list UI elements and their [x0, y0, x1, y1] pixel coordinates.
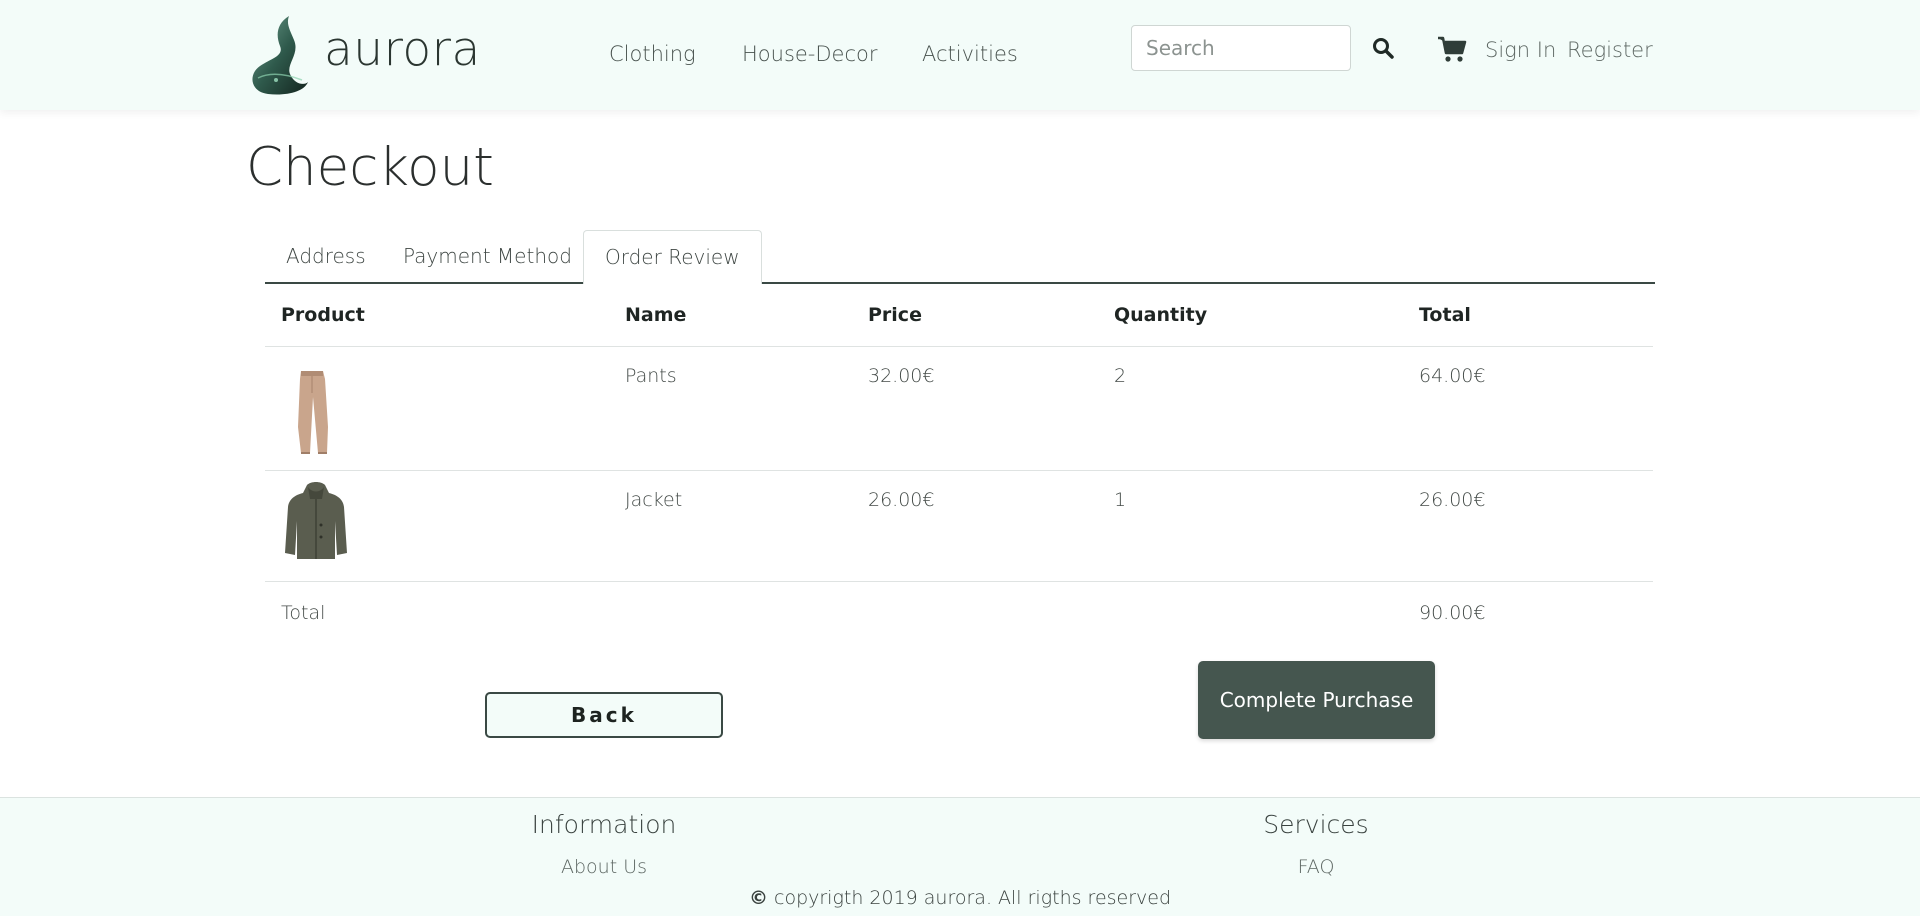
product-name: Pants: [609, 346, 852, 471]
copyright-label: copyrigth 2019 aurora. All rigths reserv…: [774, 887, 1172, 909]
table-row: Pants 32.00€ 2 64.00€: [265, 346, 1653, 471]
copyright-icon: ©: [748, 887, 768, 909]
aurora-logo-icon[interactable]: [246, 14, 310, 96]
copyright-text: © copyrigth 2019 aurora. All rigths rese…: [0, 887, 1920, 909]
total-value: 90.00€: [1419, 602, 1486, 624]
complete-purchase-button[interactable]: Complete Purchase: [1198, 661, 1435, 739]
tab-order-review[interactable]: Order Review: [583, 230, 762, 284]
back-button[interactable]: Back: [485, 692, 723, 738]
product-cell: [265, 346, 609, 471]
product-price: 26.00€: [852, 470, 1098, 582]
tab-payment-method[interactable]: Payment Method: [382, 230, 593, 282]
product-total: 64.00€: [1403, 346, 1653, 471]
site-header: aurora Clothing House-Decor Activities S…: [0, 0, 1920, 110]
product-quantity: 1: [1098, 470, 1403, 582]
product-price: 32.00€: [852, 346, 1098, 471]
table-row: Jacket 26.00€ 1 26.00€: [265, 470, 1653, 582]
nav-clothing[interactable]: Clothing: [609, 42, 696, 66]
product-cell: [265, 470, 609, 582]
sign-in-link[interactable]: Sign In: [1485, 38, 1556, 62]
about-us-link[interactable]: About Us: [454, 856, 754, 878]
product-quantity: 2: [1098, 346, 1403, 471]
column-header-name: Name: [609, 284, 852, 347]
tab-address[interactable]: Address: [265, 230, 387, 282]
faq-link[interactable]: FAQ: [1166, 856, 1466, 878]
nav-activities[interactable]: Activities: [922, 42, 1018, 66]
checkout-tabs: Address Payment Method Order Review: [265, 230, 1655, 284]
search-icon[interactable]: [1371, 36, 1395, 60]
table-header-row: Product Name Price Quantity Total: [265, 284, 1653, 347]
footer-services-heading: Services: [1263, 810, 1369, 839]
product-total: 26.00€: [1403, 470, 1653, 582]
pants-image: [298, 371, 328, 454]
order-table: Product Name Price Quantity Total Pants …: [265, 284, 1653, 652]
column-header-price: Price: [852, 284, 1098, 347]
nav-house-decor[interactable]: House-Decor: [742, 42, 878, 66]
footer-information-heading: Information: [531, 810, 677, 839]
total-row: Total 90.00€: [265, 582, 1653, 653]
column-header-product: Product: [265, 284, 609, 347]
page-title: Checkout: [246, 137, 494, 198]
register-link[interactable]: Register: [1567, 38, 1653, 62]
column-header-quantity: Quantity: [1098, 284, 1403, 347]
cart-icon[interactable]: [1437, 35, 1467, 63]
column-header-total: Total: [1403, 284, 1653, 347]
brand-name[interactable]: aurora: [324, 22, 481, 77]
search-input[interactable]: [1131, 25, 1351, 71]
product-name: Jacket: [609, 470, 852, 582]
total-label: Total: [281, 602, 326, 624]
jacket-image: [285, 482, 347, 559]
